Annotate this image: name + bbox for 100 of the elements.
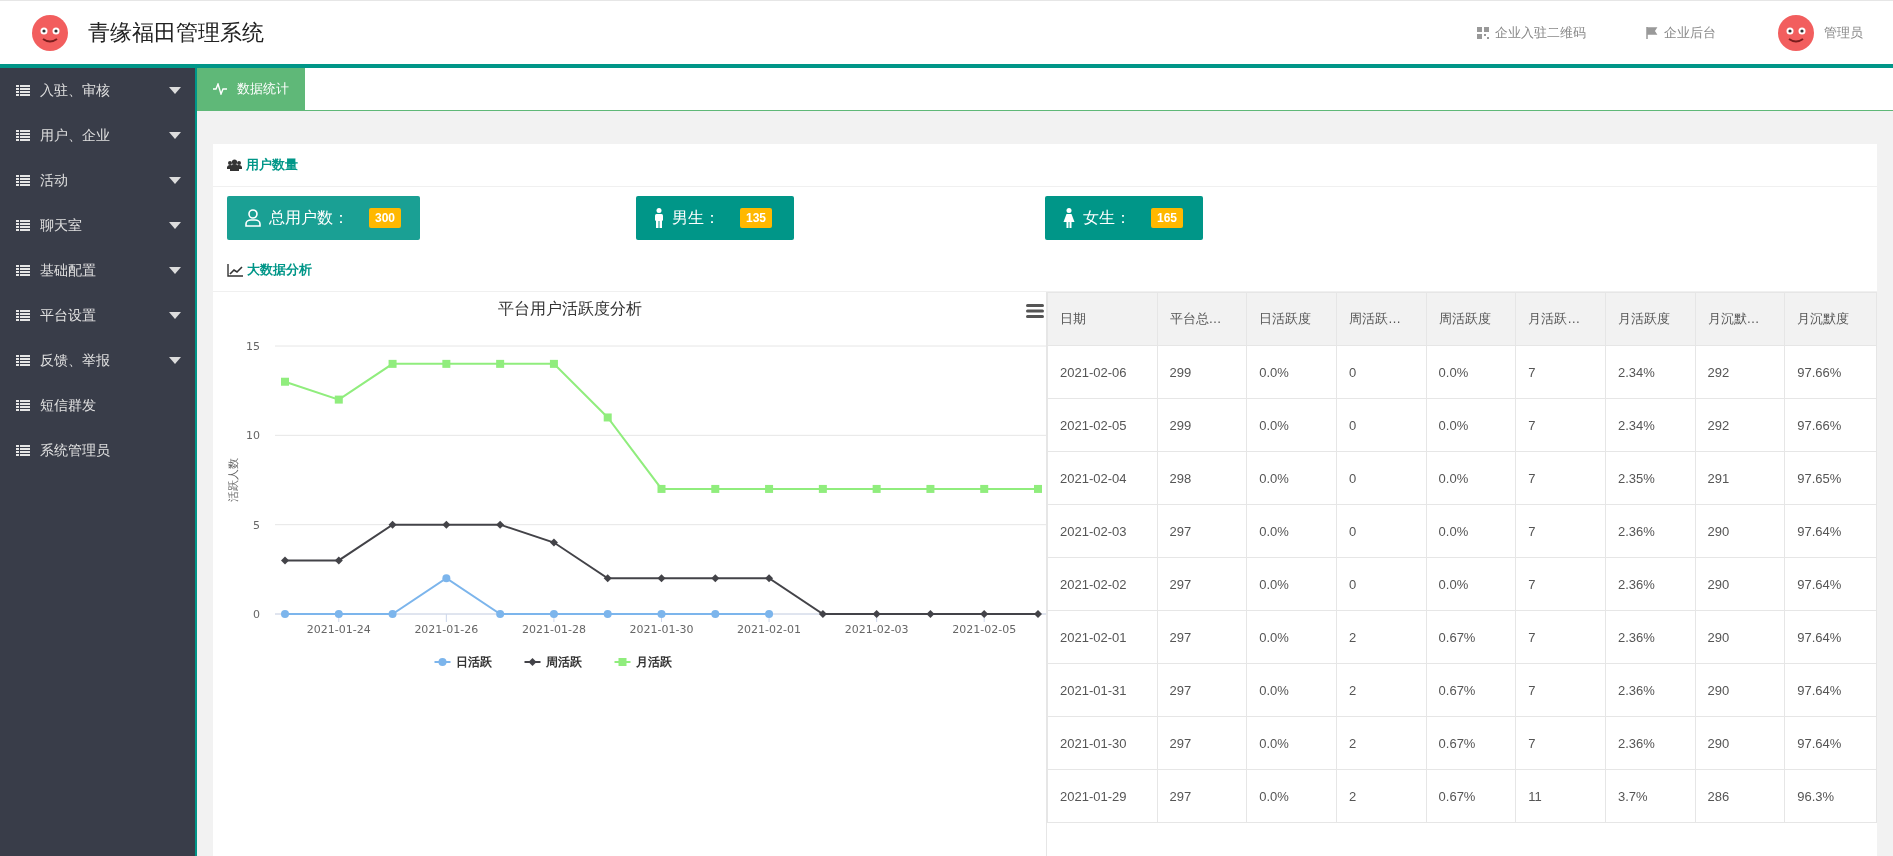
legend-label[interactable]: 月活跃 — [635, 655, 672, 669]
column-header[interactable]: 月沉默… — [1695, 292, 1785, 346]
list-icon — [16, 400, 30, 411]
column-header[interactable]: 平台总… — [1157, 292, 1247, 346]
table-cell: 0.0% — [1246, 451, 1337, 505]
data-point — [388, 520, 397, 529]
table-cell: 2021-02-05 — [1047, 398, 1158, 452]
table-cell: 0.0% — [1426, 398, 1516, 452]
table-cell: 0 — [1336, 345, 1427, 399]
data-point — [657, 610, 666, 618]
sidebar-item[interactable]: 短信群发 — [0, 383, 195, 428]
table-cell: 97.64% — [1784, 610, 1877, 664]
table-cell: 0.0% — [1426, 504, 1516, 558]
x-axis-label: 2021-01-28 — [521, 623, 586, 636]
table-cell: 299 — [1157, 345, 1247, 399]
table-cell: 297 — [1157, 663, 1247, 717]
header-link[interactable]: 企业后台 — [1646, 23, 1716, 42]
stat-button[interactable]: 女生： 165 — [1045, 196, 1203, 240]
list-icon — [16, 445, 30, 456]
table-cell: 0 — [1336, 451, 1427, 505]
table-cell: 0.0% — [1246, 716, 1337, 770]
column-header[interactable]: 月活跃… — [1515, 292, 1606, 346]
list-icon — [16, 265, 30, 276]
column-header[interactable]: 日活跃度 — [1246, 292, 1337, 346]
legend-marker[interactable] — [613, 658, 632, 666]
table-cell: 0.0% — [1426, 557, 1516, 611]
sidebar-item[interactable]: 平台设置 — [0, 293, 195, 338]
table-cell: 0 — [1336, 398, 1427, 452]
legend-label[interactable]: 周活跃 — [545, 655, 582, 669]
sidebar-item[interactable]: 基础配置 — [0, 248, 195, 293]
table-cell: 297 — [1157, 769, 1247, 823]
data-point — [442, 574, 451, 583]
table-cell: 97.64% — [1784, 504, 1877, 558]
legend-marker[interactable] — [433, 658, 452, 666]
data-point — [334, 395, 343, 404]
y-axis-title: 活跃人数 — [227, 458, 240, 502]
table-cell: 2021-02-04 — [1047, 451, 1158, 505]
table-cell: 97.66% — [1784, 398, 1877, 452]
table-cell: 2021-01-31 — [1047, 663, 1158, 717]
user-name[interactable]: 管理员 — [1824, 23, 1863, 42]
table-cell: 97.66% — [1784, 345, 1877, 399]
sidebar-item[interactable]: 入驻、审核 — [0, 68, 195, 113]
table-cell: 297 — [1157, 610, 1247, 664]
table-cell: 290 — [1695, 716, 1785, 770]
man-icon — [654, 208, 664, 228]
data-point — [334, 556, 343, 565]
table-cell: 3.7% — [1605, 769, 1696, 823]
data-point — [388, 610, 397, 618]
table-cell: 2 — [1336, 610, 1427, 664]
table-cell: 290 — [1695, 504, 1785, 558]
column-header[interactable]: 月沉默度 — [1784, 292, 1877, 346]
table-cell: 0.0% — [1246, 769, 1337, 823]
table-cell: 291 — [1695, 451, 1785, 505]
data-point — [442, 520, 451, 529]
column-header[interactable]: 月活跃度 — [1605, 292, 1696, 346]
table-cell: 11 — [1515, 769, 1606, 823]
column-header[interactable]: 周活跃… — [1336, 292, 1427, 346]
count-badge: 165 — [1151, 208, 1184, 228]
data-point — [872, 484, 881, 493]
table-cell: 0.0% — [1246, 557, 1337, 611]
column-header[interactable]: 日期 — [1047, 292, 1158, 346]
sidebar-item[interactable]: 聊天室 — [0, 203, 195, 248]
app-title: 青缘福田管理系统 — [88, 18, 264, 47]
table-cell: 7 — [1515, 345, 1606, 399]
qr-code-icon — [1477, 26, 1489, 39]
table-cell: 7 — [1515, 451, 1606, 505]
table-cell: 0.0% — [1426, 451, 1516, 505]
y-axis-label: 5 — [253, 518, 260, 532]
table-cell: 2 — [1336, 716, 1427, 770]
pulse-icon — [213, 83, 227, 95]
legend-label[interactable]: 日活跃 — [455, 655, 492, 669]
header-link[interactable]: 企业入驻二维码 — [1477, 23, 1586, 42]
sidebar-item[interactable]: 活动 — [0, 158, 195, 203]
sidebar-item[interactable]: 系统管理员 — [0, 428, 195, 473]
table-cell: 0.67% — [1426, 769, 1516, 823]
x-axis-label: 2021-01-24 — [306, 623, 371, 636]
y-axis-label: 10 — [246, 429, 260, 443]
data-point — [388, 359, 397, 368]
data-point — [281, 610, 289, 618]
column-header[interactable]: 周活跃度 — [1426, 292, 1516, 346]
list-icon — [16, 220, 30, 231]
data-point — [281, 377, 289, 386]
table-cell: 2021-02-01 — [1047, 610, 1158, 664]
stat-button[interactable]: 男生： 135 — [636, 196, 794, 240]
table-cell: 97.64% — [1784, 663, 1877, 717]
data-point — [549, 610, 558, 618]
woman-icon — [1063, 208, 1075, 228]
legend-marker[interactable] — [523, 658, 542, 666]
data-point — [711, 484, 720, 493]
table-cell: 2021-02-06 — [1047, 345, 1158, 399]
table-cell: 97.65% — [1784, 451, 1877, 505]
menu-icon[interactable] — [1026, 304, 1044, 318]
list-icon — [16, 175, 30, 186]
data-point — [1034, 610, 1042, 618]
data-point — [496, 610, 505, 618]
x-axis-label: 2021-01-26 — [414, 623, 479, 636]
table-cell: 297 — [1157, 504, 1247, 558]
sidebar-item[interactable]: 用户、企业 — [0, 113, 195, 158]
sidebar-item[interactable]: 反馈、举报 — [0, 338, 195, 383]
table-cell: 2021-02-03 — [1047, 504, 1158, 558]
